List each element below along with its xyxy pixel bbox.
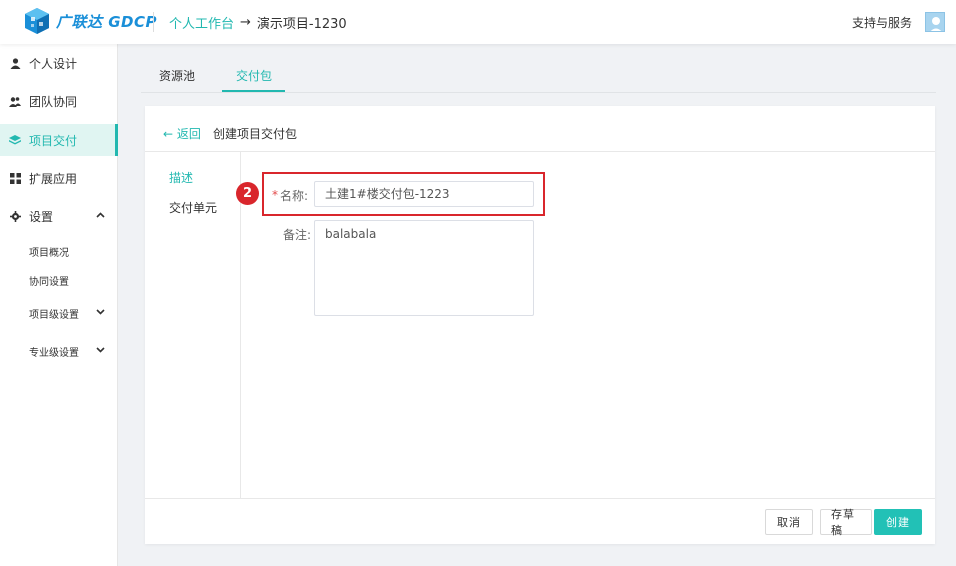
- apps-icon: [9, 172, 21, 184]
- note-field-label: 备注:: [283, 228, 312, 242]
- chevron-down-icon[interactable]: [96, 308, 105, 318]
- save-draft-button[interactable]: 存草稿: [820, 508, 872, 537]
- breadcrumb: 个人工作台 → 演示项目-1230: [169, 13, 347, 32]
- layers-icon: [9, 134, 21, 146]
- panel-header: ← 返回 创建项目交付包: [145, 106, 935, 152]
- sidebar-item-label: 设置: [29, 209, 54, 224]
- sidebar-subitem-project-level-settings[interactable]: 项目级设置: [29, 306, 79, 321]
- chevron-up-icon[interactable]: [96, 211, 105, 221]
- tab-bar: 资源池 交付包: [141, 56, 936, 93]
- logo[interactable]: 广联达 GDCP: [22, 6, 157, 36]
- arrow-right-icon: →: [240, 15, 251, 30]
- logo-text: 广联达 GDCP: [56, 12, 158, 31]
- header-divider: [153, 12, 154, 32]
- side-nav-description[interactable]: 描述: [169, 169, 193, 186]
- top-header: 广联达 GDCP 个人工作台 → 演示项目-1230 支持与服务: [0, 0, 956, 44]
- sidebar-subitem-discipline-settings[interactable]: 专业级设置: [29, 344, 79, 359]
- user-icon: [9, 57, 21, 69]
- back-link[interactable]: ← 返回: [163, 125, 201, 142]
- annotation-highlight-box: [262, 172, 545, 216]
- tab-delivery-package[interactable]: 交付包: [236, 67, 272, 84]
- sidebar-item-extensions[interactable]: 扩展应用: [0, 162, 118, 194]
- breadcrumb-workspace-link[interactable]: 个人工作台: [169, 13, 234, 32]
- sidebar-item-settings[interactable]: 设置: [0, 200, 118, 232]
- sidebar-item-personal-design[interactable]: 个人设计: [0, 47, 118, 79]
- sidebar-item-label: 个人设计: [29, 56, 78, 71]
- sidebar-item-label: 团队协同: [29, 94, 78, 109]
- active-tab-indicator: [222, 90, 285, 92]
- sidebar-item-team[interactable]: 团队协同: [0, 85, 118, 117]
- sidebar-subitem-collab-settings[interactable]: 协同设置: [29, 273, 69, 288]
- note-textarea[interactable]: balabala: [314, 220, 534, 316]
- sidebar-subitem-project-overview[interactable]: 项目概况: [29, 244, 69, 259]
- chevron-down-icon[interactable]: [96, 346, 105, 356]
- side-nav-delivery-unit[interactable]: 交付单元: [169, 199, 217, 216]
- panel-side-nav: 描述 交付单元: [145, 152, 241, 498]
- tab-resource-pool[interactable]: 资源池: [159, 67, 195, 84]
- panel-footer: 取消 存草稿 创建: [145, 498, 935, 544]
- cancel-button[interactable]: 取消: [765, 509, 813, 535]
- gear-icon: [9, 210, 21, 222]
- create-button[interactable]: 创建: [874, 509, 922, 535]
- sidebar-item-project-delivery[interactable]: 项目交付: [0, 124, 118, 156]
- annotation-step-badge: 2: [236, 182, 259, 205]
- support-link[interactable]: 支持与服务: [852, 14, 912, 31]
- page-title: 创建项目交付包: [213, 127, 298, 141]
- sidebar: 个人设计 团队协同 项目交付 扩展应用 设置 项目概况 协同设置 项目级设置 专…: [0, 44, 118, 566]
- sidebar-item-label: 扩展应用: [29, 171, 78, 186]
- team-icon: [9, 95, 21, 107]
- breadcrumb-current: 演示项目-1230: [256, 17, 347, 32]
- logo-cube-icon: [22, 6, 52, 36]
- sidebar-item-label: 项目交付: [29, 133, 78, 148]
- avatar[interactable]: [925, 12, 945, 32]
